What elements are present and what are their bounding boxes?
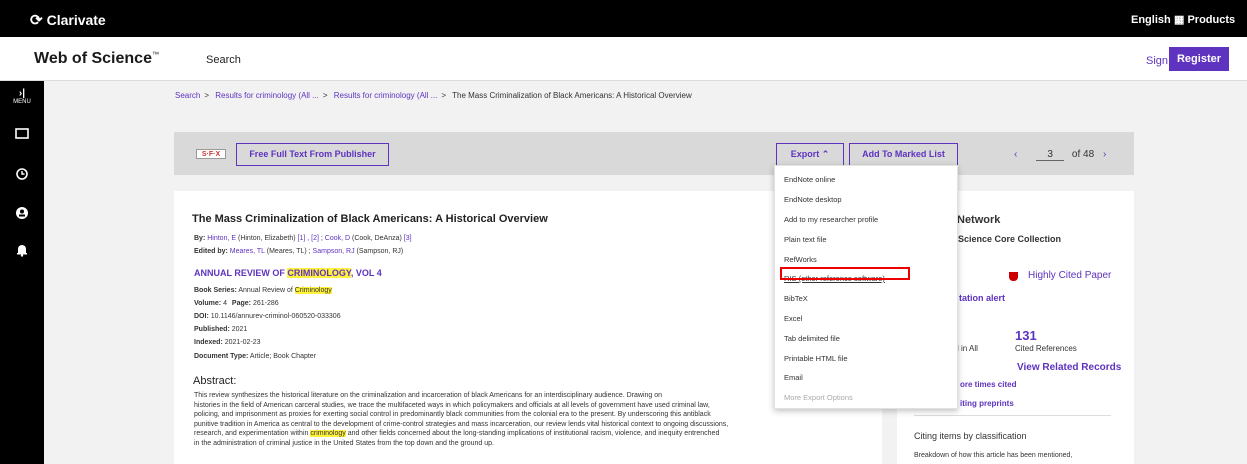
breadcrumb-current: The Mass Criminalization of Black Americ… — [452, 91, 692, 100]
bell-icon[interactable] — [0, 243, 44, 260]
record-title: The Mass Criminalization of Black Americ… — [192, 213, 548, 225]
breadcrumb-results-2[interactable]: Results for criminology (All ... — [334, 91, 438, 100]
cited-references-count[interactable]: 131 — [1015, 328, 1037, 343]
export-refworks[interactable]: RefWorks — [784, 255, 817, 264]
book-series: Book Series: Annual Review of Criminolog… — [194, 287, 332, 294]
published-label: Published: 2021 — [194, 326, 248, 333]
record-action-bar: S·F·X Free Full Text From Publisher Expo… — [174, 132, 1134, 175]
search-nav-link[interactable]: Search — [206, 54, 241, 66]
journal-link[interactable]: ANNUAL REVIEW OF CRIMINOLOGY, VOL 4 — [194, 268, 382, 278]
clarivate-mark-icon: ⟳ — [30, 12, 43, 29]
export-tab-delimited[interactable]: Tab delimited file — [784, 334, 840, 343]
cited-references-label: Cited References — [1015, 344, 1077, 353]
highly-cited-badge[interactable]: Highly Cited Paper — [1028, 270, 1111, 281]
document-type: Document Type: Article; Book Chapter — [194, 353, 317, 360]
doi: DOI: 10.1146/annurev-criminol-060520-033… — [194, 313, 341, 320]
export-plain-text[interactable]: Plain text file — [784, 235, 827, 244]
account-icon[interactable] — [0, 206, 44, 223]
history-icon[interactable] — [0, 167, 44, 184]
breadcrumb-results-1[interactable]: Results for criminology (All ... — [215, 91, 319, 100]
citation-network-heading: Network — [957, 214, 1001, 226]
classification-heading: Citing items by classification — [914, 431, 1027, 441]
editors-line: Edited by: Meares, TL (Meares, TL) ; Sam… — [194, 248, 404, 255]
products-menu[interactable]: ▦ Products — [1174, 13, 1235, 26]
prev-record-button[interactable]: ‹ — [1014, 149, 1017, 160]
folder-icon[interactable] — [0, 126, 44, 142]
classification-text: Breakdown of how this article has been m… — [914, 452, 1073, 459]
ris-highlight-box — [780, 267, 910, 280]
export-printable-html[interactable]: Printable HTML file — [784, 354, 848, 363]
authors-line: By: Hinton, E (Hinton, Elizabeth) [1] , … — [194, 235, 412, 242]
author-link[interactable]: Cook, D — [325, 235, 350, 242]
export-endnote-online[interactable]: EndNote online — [784, 175, 835, 184]
export-button[interactable]: Export ⌃ — [776, 143, 844, 166]
top-bar: ⟳ Clarivate English ⌄ ▦ Products — [0, 0, 1247, 37]
abstract-heading: Abstract: — [193, 375, 237, 387]
register-button[interactable]: Register — [1169, 47, 1229, 71]
more-times-cited-link[interactable]: ore times cited — [960, 380, 1016, 389]
export-dropdown-menu: EndNote online EndNote desktop Add to my… — [774, 165, 958, 409]
indexed-date: Indexed: 2021-02-23 — [194, 339, 261, 346]
product-logo[interactable]: Web of Science™ — [34, 50, 159, 68]
export-bibtex[interactable]: BibTeX — [784, 294, 808, 303]
page-total: of 48 — [1071, 149, 1095, 160]
export-researcher-profile[interactable]: Add to my researcher profile — [784, 215, 878, 224]
trophy-icon — [1009, 272, 1018, 281]
volume-page: Volume: 4 Page: 261-286 — [194, 300, 279, 307]
clarivate-logo[interactable]: ⟳ Clarivate — [30, 11, 106, 29]
citing-preprints-link[interactable]: iting preprints — [960, 399, 1014, 408]
breadcrumb: Search > Results for criminology (All ...… — [175, 91, 692, 100]
panel-divider — [914, 415, 1111, 416]
next-record-button[interactable]: › — [1103, 149, 1106, 160]
full-text-button[interactable]: Free Full Text From Publisher — [236, 143, 389, 166]
export-email[interactable]: Email — [784, 373, 803, 382]
export-excel[interactable]: Excel — [784, 314, 802, 323]
editor-link[interactable]: Meares, TL — [230, 248, 265, 255]
left-nav: ›| MENU — [0, 81, 44, 464]
sfx-link-button[interactable]: S·F·X — [196, 149, 226, 159]
citation-alert-link[interactable]: tation alert — [959, 293, 1005, 303]
export-endnote-desktop[interactable]: EndNote desktop — [784, 195, 842, 204]
export-more-options: More Export Options — [784, 393, 853, 402]
header: Web of Science™ Search Sign In ⌄ Registe… — [0, 37, 1247, 81]
author-link[interactable]: Hinton, E — [207, 235, 236, 242]
page-number-input[interactable]: 3 — [1036, 149, 1065, 161]
editor-link[interactable]: Sampson, RJ — [313, 248, 355, 255]
related-records-link[interactable]: View Related Records — [1017, 362, 1121, 373]
core-collection-label: Science Core Collection — [958, 234, 1062, 244]
brand-name: Clarivate — [46, 12, 106, 28]
add-to-marked-list-button[interactable]: Add To Marked List — [849, 143, 958, 166]
record-pager: ‹ 3 of 48 › — [1014, 149, 1106, 161]
breadcrumb-search[interactable]: Search — [175, 91, 200, 100]
times-cited-label: l in All — [957, 344, 978, 353]
menu-toggle[interactable]: ›| MENU — [0, 89, 44, 107]
